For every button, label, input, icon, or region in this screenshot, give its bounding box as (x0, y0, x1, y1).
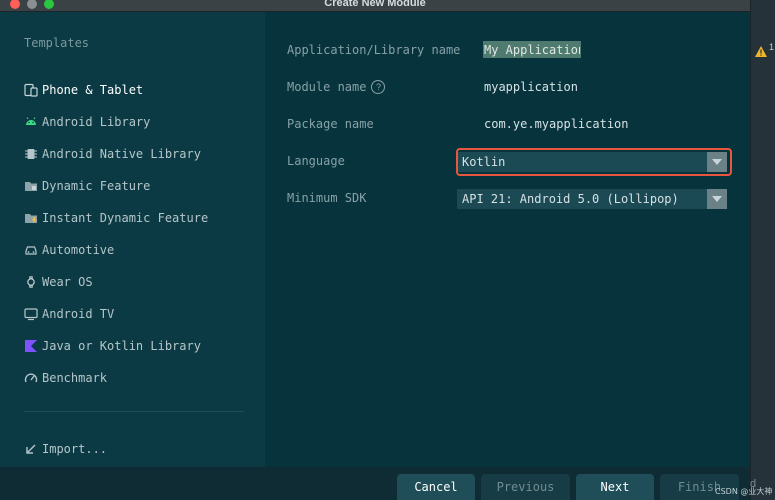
ide-right-strip (750, 0, 775, 500)
window-titlebar: Create New Module (0, 0, 750, 12)
watch-icon (24, 275, 38, 289)
template-item-phone-tablet[interactable]: Phone & Tablet (0, 74, 265, 106)
template-label: Instant Dynamic Feature (42, 211, 209, 225)
template-item-android-native-library[interactable]: Android Native Library (0, 138, 265, 170)
help-icon[interactable]: ? (371, 80, 386, 94)
gauge-icon (24, 371, 38, 385)
package-name-row: Package name com.ye.myapplication (287, 114, 687, 134)
language-highlight-box (456, 148, 732, 176)
native-library-icon (24, 147, 38, 161)
template-item-instant-dynamic-feature[interactable]: Instant Dynamic Feature (0, 202, 265, 234)
min-sdk-label: Minimum SDK (287, 191, 367, 205)
template-item-automotive[interactable]: Automotive (0, 234, 265, 266)
template-label: Wear OS (42, 275, 93, 289)
tv-icon (24, 307, 38, 321)
window-title: Create New Module (324, 0, 426, 9)
template-label: Automotive (42, 243, 115, 257)
module-name-label-group: Module name ? (287, 80, 386, 94)
phone-tablet-icon (24, 83, 38, 97)
dynamic-feature-icon (24, 179, 38, 193)
module-name-label: Module name (287, 80, 367, 94)
template-item-benchmark[interactable]: Benchmark (0, 362, 265, 394)
module-config-panel: Application/Library name Module name ? m… (265, 12, 750, 467)
package-name-value[interactable]: com.ye.myapplication (484, 114, 629, 134)
watermark: CSDN @业大神 (715, 487, 773, 496)
template-label: Phone & Tablet (42, 83, 144, 97)
language-label: Language (287, 154, 345, 168)
template-label: Android Native Library (42, 147, 201, 161)
app-name-row: Application/Library name (287, 40, 581, 60)
import-button[interactable]: Import... (24, 440, 107, 458)
app-name-input[interactable] (483, 41, 581, 58)
import-arrow-icon (24, 442, 38, 456)
instant-feature-icon (24, 211, 38, 225)
sidebar-divider (24, 411, 244, 412)
template-item-wear-os[interactable]: Wear OS (0, 266, 265, 298)
car-icon (24, 243, 38, 257)
module-name-row: Module name ? myapplication (287, 77, 687, 97)
import-label: Import... (42, 442, 108, 456)
templates-header: Templates (24, 36, 90, 50)
template-list: Phone & Tablet Android Library Android N… (0, 74, 265, 394)
template-label: Dynamic Feature (42, 179, 151, 193)
language-row: Language (287, 151, 345, 171)
next-button[interactable]: Next (576, 474, 654, 500)
cancel-button[interactable]: Cancel (397, 474, 475, 500)
template-item-java-kotlin-library[interactable]: Java or Kotlin Library (0, 330, 265, 362)
min-sdk-dropdown[interactable]: API 21: Android 5.0 (Lollipop) (457, 189, 727, 209)
min-sdk-selected-value: API 21: Android 5.0 (Lollipop) (462, 192, 679, 206)
package-name-label: Package name (287, 117, 374, 131)
warning-count: 1 (769, 42, 775, 52)
template-item-android-library[interactable]: Android Library (0, 106, 265, 138)
template-label: Android Library (42, 115, 151, 129)
kotlin-icon (24, 339, 38, 353)
template-label: Android TV (42, 307, 115, 321)
android-icon (24, 115, 38, 129)
template-item-dynamic-feature[interactable]: Dynamic Feature (0, 170, 265, 202)
app-name-label: Application/Library name (287, 43, 461, 57)
chevron-down-icon (707, 189, 727, 209)
warning-icon[interactable] (755, 42, 767, 61)
template-label: Benchmark (42, 371, 108, 385)
min-sdk-row: Minimum SDK (287, 188, 366, 208)
template-item-android-tv[interactable]: Android TV (0, 298, 265, 330)
module-name-value[interactable]: myapplication (484, 77, 578, 97)
templates-sidebar: Templates Phone & Tablet Android Library… (0, 12, 265, 467)
template-label: Java or Kotlin Library (42, 339, 201, 353)
previous-button[interactable]: Previous (481, 474, 570, 500)
